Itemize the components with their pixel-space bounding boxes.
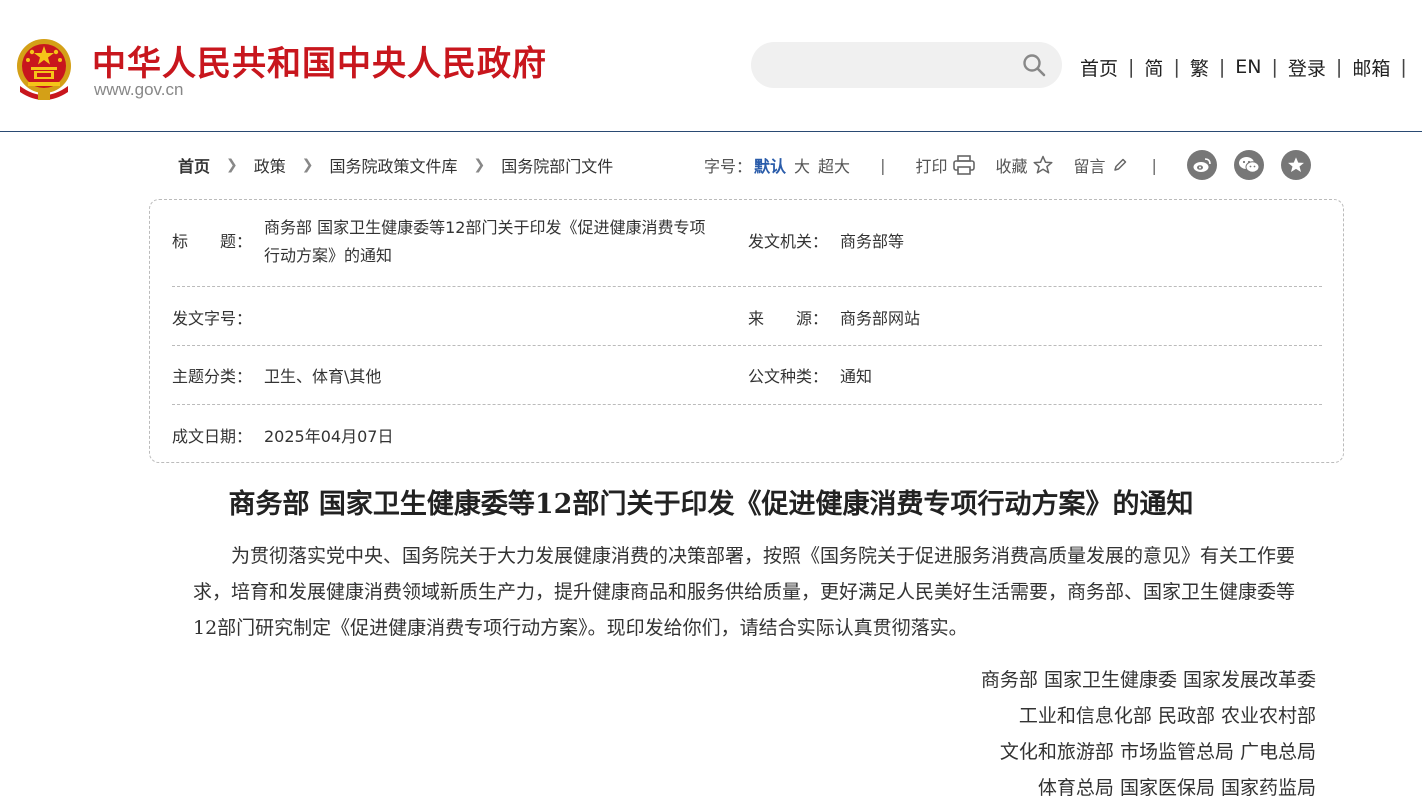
chevron-right-icon: ❯ (301, 157, 314, 173)
nav-login[interactable]: 登录 (1288, 54, 1326, 81)
article-toolbar: 字号： 默认 大 超大 | 打印 收藏 留言 | (704, 150, 1328, 180)
font-size-large[interactable]: 大 (794, 153, 810, 177)
info-date-cell: 成文日期： 2025年04月07日 (172, 423, 393, 447)
nav-separator: | (1271, 56, 1278, 78)
search-input[interactable] (771, 42, 1011, 88)
breadcrumb: 首页 ❯ 政策 ❯ 国务院政策文件库 ❯ 国务院部门文件 (178, 153, 613, 177)
info-doctype-cell: 公文种类： 通知 (748, 363, 872, 387)
pencil-icon (1113, 158, 1126, 171)
favorite-label: 收藏 (995, 157, 1028, 176)
search-icon[interactable] (1022, 53, 1046, 77)
favorite-share-icon[interactable] (1280, 150, 1311, 180)
font-size-label: 字号： (704, 157, 753, 176)
wechat-share-icon[interactable] (1233, 150, 1264, 180)
info-title-line: 商务部 国家卫生健康委等12部门关于印发《促进健康消费专项 (264, 218, 706, 237)
breadcrumb-policy-library[interactable]: 国务院政策文件库 (330, 153, 458, 177)
nav-separator: | (1173, 56, 1180, 78)
info-doctype-value: 通知 (840, 367, 873, 386)
search-box (751, 42, 1062, 88)
info-issuer-cell: 发文机关： 商务部等 (748, 228, 904, 252)
info-topic-value: 卫生、体育\其他 (264, 367, 382, 386)
breadcrumb-department-docs[interactable]: 国务院部门文件 (501, 153, 613, 177)
info-title-label: 标 题： (172, 232, 253, 251)
info-title-cell: 标 题： 商务部 国家卫生健康委等12部门关于印发《促进健康消费专项 行动方案》… (172, 214, 742, 270)
nav-separator: | (1400, 56, 1407, 78)
font-size-default[interactable]: 默认 (754, 153, 786, 177)
print-button[interactable]: 打印 (915, 153, 976, 177)
nav-traditional[interactable]: 繁 (1190, 54, 1209, 81)
info-source-cell: 来 源： 商务部网站 (748, 305, 920, 329)
chevron-right-icon: ❯ (226, 157, 238, 173)
nav-mail[interactable]: 邮箱 (1352, 54, 1390, 81)
info-docno-label: 发文字号： (172, 309, 253, 328)
printer-icon (953, 155, 976, 175)
info-row-title: 标 题： 商务部 国家卫生健康委等12部门关于印发《促进健康消费专项 行动方案》… (172, 200, 1322, 287)
info-row-docno: 发文字号： 来 源： 商务部网站 (172, 287, 1322, 346)
breadcrumb-policy[interactable]: 政策 (254, 153, 286, 177)
info-date-value: 2025年04月07日 (264, 427, 394, 446)
comment-button[interactable]: 留言 (1073, 153, 1127, 177)
nav-separator: | (1218, 56, 1226, 78)
site-header: 中华人民共和国中央人民政府 www.gov.cn 首页 | 简 | 繁 | EN… (0, 0, 1422, 132)
site-domain[interactable]: www.gov.cn (94, 80, 183, 100)
star-icon (1033, 155, 1054, 174)
nav-separator: | (1128, 56, 1135, 78)
signatory-line: 工业和信息化部 民政部 农业农村部 (1018, 705, 1316, 727)
share-group (1186, 150, 1328, 180)
info-row-date: 成文日期： 2025年04月07日 (172, 405, 1322, 463)
national-emblem-icon[interactable] (14, 36, 74, 100)
font-size-xlarge[interactable]: 超大 (818, 153, 850, 177)
info-row-topic: 主题分类： 卫生、体育\其他 公文种类： 通知 (172, 346, 1322, 405)
info-date-label: 成文日期： (172, 427, 253, 446)
top-nav: 首页 | 简 | 繁 | EN | 登录 | 邮箱 | (1080, 54, 1417, 80)
toolbar-divider: | (1151, 155, 1157, 175)
info-title-value: 商务部 国家卫生健康委等12部门关于印发《促进健康消费专项 行动方案》的通知 (264, 214, 705, 270)
nav-separator: | (1335, 56, 1343, 78)
info-issuer-label: 发文机关： (748, 232, 829, 251)
signatory-line: 文化和旅游部 市场监管总局 广电总局 (999, 741, 1316, 763)
toolbar-divider: | (880, 155, 886, 175)
document-info-table: 标 题： 商务部 国家卫生健康委等12部门关于印发《促进健康消费专项 行动方案》… (149, 199, 1344, 463)
info-topic-label: 主题分类： (172, 367, 253, 386)
site-title[interactable]: 中华人民共和国中央人民政府 (92, 36, 547, 85)
info-topic-cell: 主题分类： 卫生、体育\其他 (172, 363, 381, 387)
nav-english[interactable]: EN (1235, 56, 1261, 78)
print-label: 打印 (915, 157, 948, 176)
info-title-line: 行动方案》的通知 (264, 246, 393, 265)
article-paragraph: 为贯彻落实党中央、国务院关于大力发展健康消费的决策部署，按照《国务院关于促进服务… (193, 545, 1296, 639)
chevron-right-icon: ❯ (473, 157, 486, 173)
signatory-line: 体育总局 国家医保局 国家药监局 (1037, 777, 1316, 799)
nav-home[interactable]: 首页 (1080, 54, 1118, 81)
comment-label: 留言 (1073, 157, 1106, 176)
signatory-line: 商务部 国家卫生健康委 国家发展改革委 (980, 669, 1316, 691)
info-issuer-value: 商务部等 (840, 232, 905, 251)
breadcrumb-home[interactable]: 首页 (178, 153, 210, 177)
info-source-value: 商务部网站 (840, 309, 921, 328)
weibo-share-icon[interactable] (1186, 150, 1217, 180)
nav-simplified[interactable]: 简 (1144, 54, 1163, 81)
article-title: 商务部 国家卫生健康委等12部门关于印发《促进健康消费专项行动方案》的通知 (228, 489, 1194, 520)
info-doctype-label: 公文种类： (748, 367, 829, 386)
info-docno-cell: 发文字号： (172, 305, 264, 329)
info-source-label: 来 源： (748, 309, 829, 328)
favorite-button[interactable]: 收藏 (995, 153, 1054, 177)
signatory-list: 商务部 国家卫生健康委 国家发展改革委 工业和信息化部 民政部 农业农村部 文化… (981, 662, 1316, 806)
